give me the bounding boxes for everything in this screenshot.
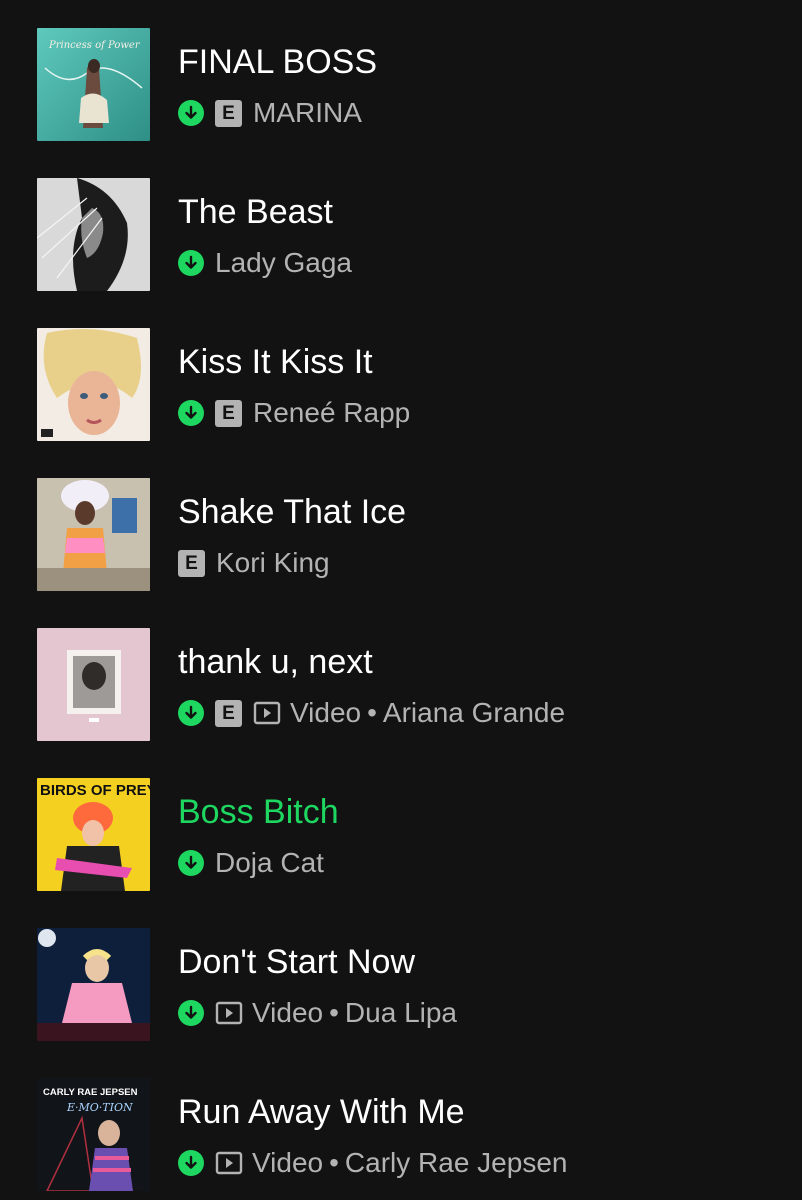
- svg-text:E·MO·TION: E·MO·TION: [66, 1101, 133, 1114]
- track-meta: Video • Dua Lipa: [178, 995, 457, 1031]
- explicit-badge: E: [178, 549, 205, 577]
- download-arrow-icon: [178, 1000, 204, 1026]
- track-title[interactable]: FINAL BOSS: [178, 40, 377, 84]
- download-arrow-icon: [178, 400, 204, 426]
- artist-name[interactable]: Lady Gaga: [215, 247, 352, 279]
- video-label: Video: [252, 997, 324, 1028]
- album-cover: [37, 928, 150, 1041]
- separator-dot: •: [329, 1147, 339, 1178]
- download-arrow-icon: [178, 100, 204, 126]
- download-arrow-icon: [178, 850, 204, 876]
- track-meta: Video • Carly Rae Jepsen: [178, 1145, 567, 1181]
- explicit-badge: E: [215, 699, 242, 727]
- video-play-icon: [253, 701, 281, 725]
- album-cover: [37, 628, 150, 741]
- track-meta: Lady Gaga: [178, 245, 352, 281]
- artist-name[interactable]: Ariana Grande: [383, 697, 565, 729]
- download-arrow-icon: [178, 1150, 204, 1176]
- svg-text:Princess of Power: Princess of Power: [48, 40, 141, 51]
- track-title[interactable]: The Beast: [178, 190, 333, 234]
- track-title[interactable]: Boss Bitch: [178, 790, 339, 834]
- track-meta: E MARINA: [178, 95, 362, 131]
- video-play-icon: [215, 1151, 243, 1175]
- track-meta: Doja Cat: [178, 845, 324, 881]
- video-play-icon: [215, 1001, 243, 1025]
- svg-text:BIRDS OF PREY: BIRDS OF PREY: [40, 782, 150, 799]
- separator-dot: •: [367, 697, 377, 728]
- album-cover: BIRDS OF PREY: [37, 778, 150, 891]
- album-cover: [37, 478, 150, 591]
- download-arrow-icon: [178, 250, 204, 276]
- album-cover: CARLY RAE JEPSEN E·MO·TION: [37, 1078, 150, 1191]
- track-row-playing[interactable]: BIRDS OF PREY Boss Bitch Doja Cat: [0, 750, 802, 900]
- track-meta: E Reneé Rapp: [178, 395, 410, 431]
- track-row[interactable]: thank u, next E Video • Ariana Grande: [0, 600, 802, 750]
- track-row[interactable]: Princess of Power FINAL BOSS E MARINA: [0, 0, 802, 150]
- track-title[interactable]: Don't Start Now: [178, 940, 415, 984]
- track-title[interactable]: thank u, next: [178, 640, 373, 684]
- artist-name[interactable]: Dua Lipa: [345, 997, 457, 1029]
- track-title[interactable]: Kiss It Kiss It: [178, 340, 373, 384]
- album-cover: [37, 328, 150, 441]
- track-row[interactable]: The Beast Lady Gaga: [0, 150, 802, 300]
- artist-name[interactable]: MARINA: [253, 97, 362, 129]
- track-row[interactable]: Kiss It Kiss It E Reneé Rapp: [0, 300, 802, 450]
- track-row[interactable]: CARLY RAE JEPSEN E·MO·TION Run Away With…: [0, 1050, 802, 1200]
- artist-name[interactable]: Reneé Rapp: [253, 397, 410, 429]
- video-label: Video: [252, 1147, 324, 1178]
- track-meta: E Kori King: [178, 545, 330, 581]
- explicit-badge: E: [215, 399, 242, 427]
- download-arrow-icon: [178, 700, 204, 726]
- track-title[interactable]: Shake That Ice: [178, 490, 406, 534]
- track-list: Princess of Power FINAL BOSS E MARINA Th…: [0, 0, 802, 1200]
- album-cover: Princess of Power: [37, 28, 150, 141]
- artist-name[interactable]: Doja Cat: [215, 847, 324, 879]
- svg-text:CARLY RAE JEPSEN: CARLY RAE JEPSEN: [43, 1087, 138, 1098]
- artist-name[interactable]: Carly Rae Jepsen: [345, 1147, 568, 1179]
- track-meta: E Video • Ariana Grande: [178, 695, 565, 731]
- track-title[interactable]: Run Away With Me: [178, 1090, 465, 1134]
- video-label: Video: [290, 697, 362, 728]
- track-row[interactable]: Don't Start Now Video • Dua Lipa: [0, 900, 802, 1050]
- album-cover: [37, 178, 150, 291]
- explicit-badge: E: [215, 99, 242, 127]
- artist-name[interactable]: Kori King: [216, 547, 330, 579]
- separator-dot: •: [329, 997, 339, 1028]
- track-row[interactable]: Shake That Ice E Kori King: [0, 450, 802, 600]
